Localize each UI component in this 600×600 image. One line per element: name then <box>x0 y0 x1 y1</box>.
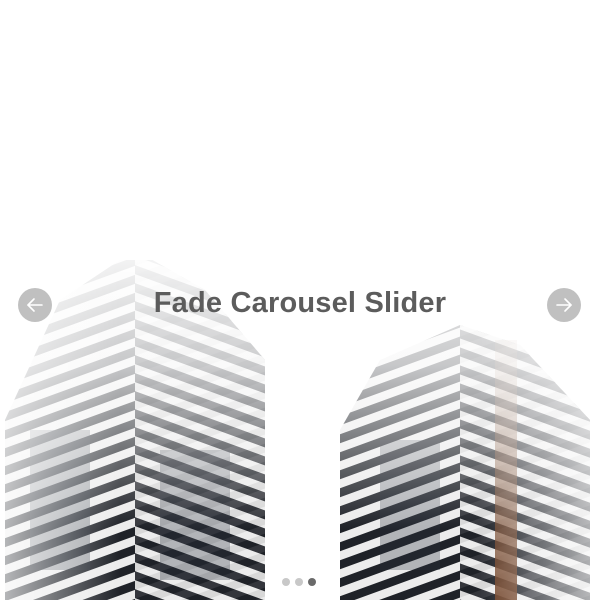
slide-title: Fade Carousel Slider <box>153 287 447 319</box>
fade-carousel-slider: Fade Carousel Slider <box>0 0 600 600</box>
slide-indicator-dots <box>282 578 316 586</box>
slide-dot-1[interactable] <box>282 578 290 586</box>
arrow-left-icon <box>27 298 43 312</box>
slide-dot-2[interactable] <box>295 578 303 586</box>
prev-slide-button[interactable] <box>18 288 52 322</box>
slide-dot-3-active[interactable] <box>308 578 316 586</box>
arrow-right-icon <box>556 298 572 312</box>
next-slide-button[interactable] <box>547 288 581 322</box>
